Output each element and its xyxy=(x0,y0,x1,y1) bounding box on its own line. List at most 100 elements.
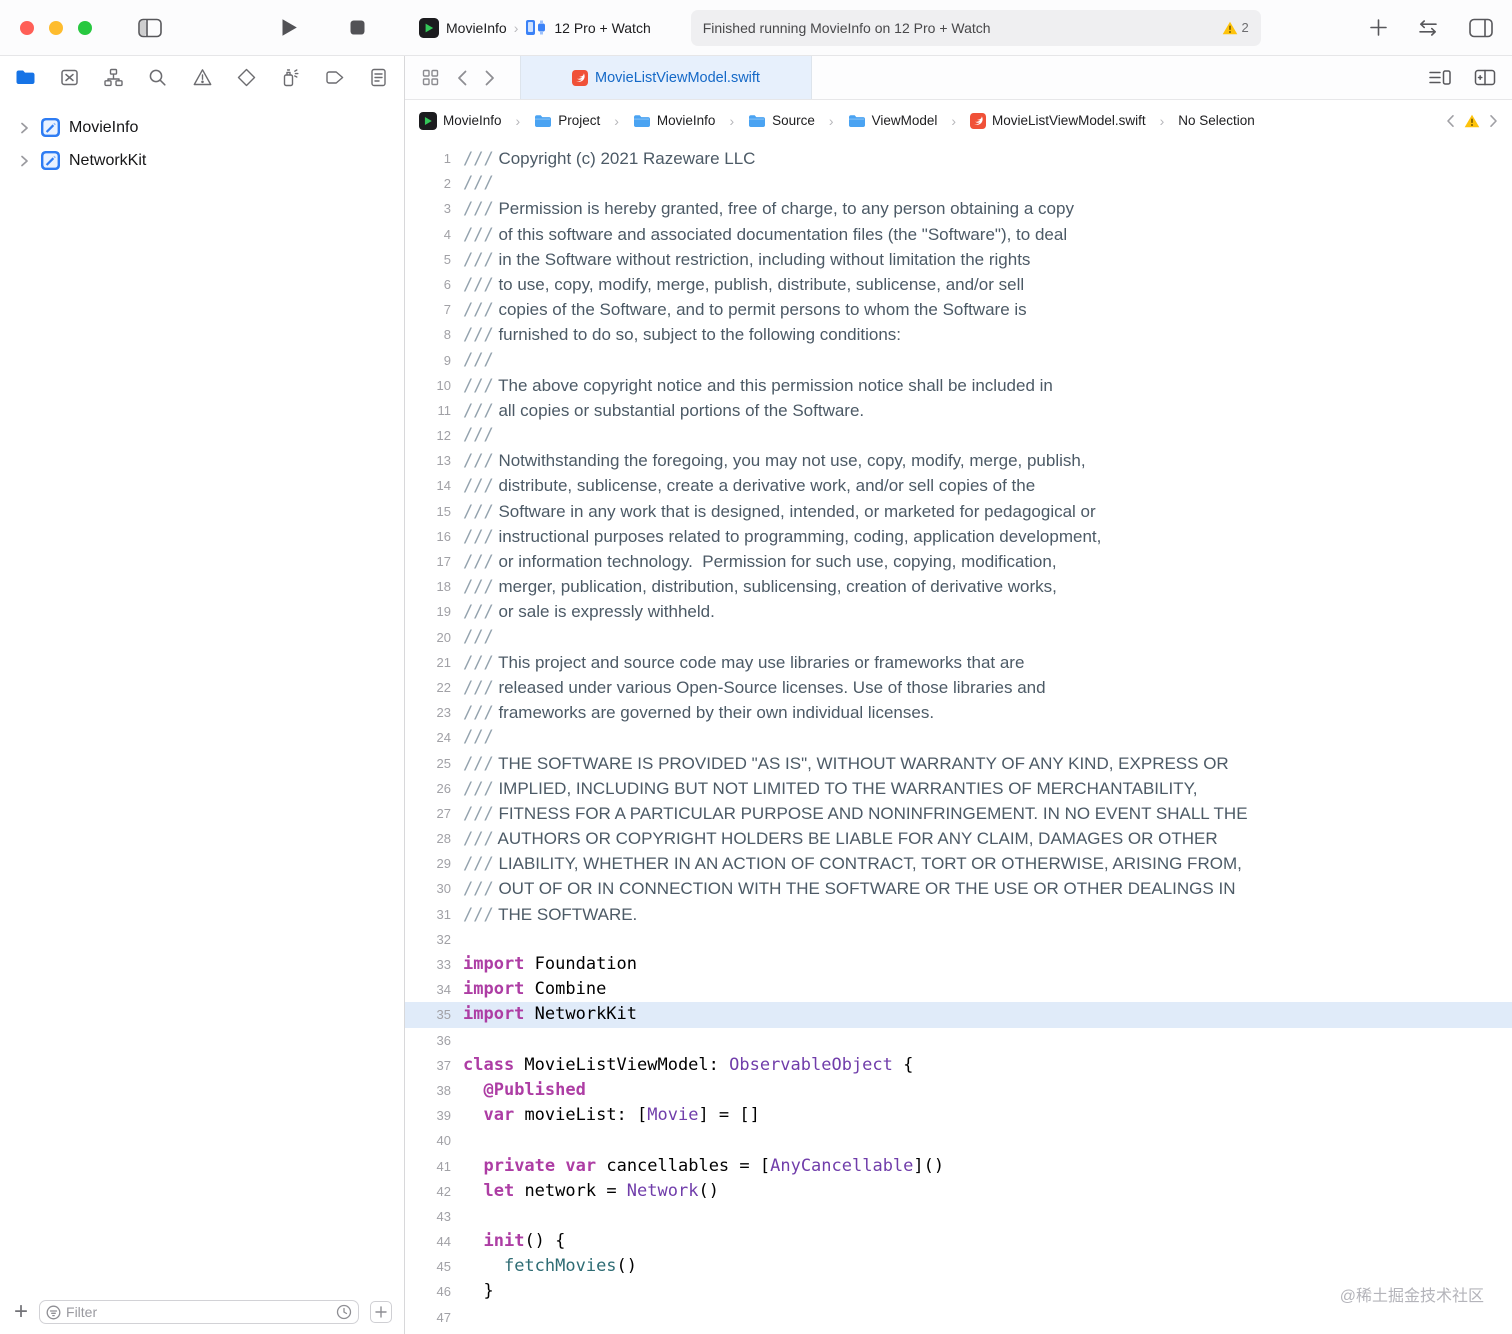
test-navigator-tab[interactable] xyxy=(236,67,257,88)
editor-options-button[interactable] xyxy=(1428,69,1452,86)
add-editor-button[interactable] xyxy=(1474,69,1496,86)
line-number[interactable]: 10 xyxy=(405,373,463,398)
breadcrumb-item[interactable]: No Selection xyxy=(1178,113,1255,128)
line-number[interactable]: 9 xyxy=(405,348,463,373)
line-number[interactable]: 48 xyxy=(405,1330,463,1334)
code-line[interactable]: 23/// frameworks are governed by their o… xyxy=(405,700,1512,725)
line-number[interactable]: 47 xyxy=(405,1305,463,1330)
code-line[interactable]: 20/// xyxy=(405,625,1512,650)
breadcrumb-item[interactable]: MovieListViewModel.swift xyxy=(970,112,1146,129)
line-number[interactable]: 3 xyxy=(405,196,463,221)
code-line[interactable]: 33 import Foundation xyxy=(405,952,1512,977)
report-navigator-tab[interactable] xyxy=(368,67,389,88)
code-line[interactable]: 16/// instructional purposes related to … xyxy=(405,524,1512,549)
code-line[interactable]: 27/// FITNESS FOR A PARTICULAR PURPOSE A… xyxy=(405,801,1512,826)
code-line[interactable]: 37 class MovieListViewModel: ObservableOb… xyxy=(405,1053,1512,1078)
library-button[interactable] xyxy=(1370,19,1387,36)
close-button[interactable] xyxy=(20,20,34,35)
line-number[interactable]: 13 xyxy=(405,448,463,473)
code-line[interactable]: 30/// OUT OF OR IN CONNECTION WITH THE S… xyxy=(405,876,1512,901)
code-line[interactable]: 3/// Permission is hereby granted, free … xyxy=(405,196,1512,221)
code-line[interactable]: 44 init() { xyxy=(405,1229,1512,1254)
line-number[interactable]: 39 xyxy=(405,1103,463,1128)
line-number[interactable]: 23 xyxy=(405,700,463,725)
symbol-navigator-tab[interactable] xyxy=(103,67,124,88)
code-line[interactable]: 7/// copies of the Software, and to perm… xyxy=(405,297,1512,322)
forward-button[interactable] xyxy=(484,69,496,87)
line-number[interactable]: 18 xyxy=(405,574,463,599)
line-number[interactable]: 14 xyxy=(405,473,463,498)
line-number[interactable]: 7 xyxy=(405,297,463,322)
line-number[interactable]: 16 xyxy=(405,524,463,549)
line-number[interactable]: 28 xyxy=(405,826,463,851)
warning-count-badge[interactable]: 2 xyxy=(1222,20,1249,35)
previous-issue-button[interactable] xyxy=(1446,114,1455,128)
code-line[interactable]: 25/// THE SOFTWARE IS PROVIDED "AS IS", … xyxy=(405,751,1512,776)
code-line[interactable]: 12/// xyxy=(405,423,1512,448)
line-number[interactable]: 40 xyxy=(405,1128,463,1153)
breakpoint-navigator-tab[interactable] xyxy=(324,67,345,88)
line-number[interactable]: 35 xyxy=(405,1002,463,1027)
flagged-filter-button[interactable] xyxy=(370,1301,392,1323)
code-line[interactable]: 18/// merger, publication, distribution,… xyxy=(405,574,1512,599)
code-line[interactable]: 26/// IMPLIED, INCLUDING BUT NOT LIMITED… xyxy=(405,776,1512,801)
code-line[interactable]: 4/// of this software and associated doc… xyxy=(405,222,1512,247)
line-number[interactable]: 4 xyxy=(405,222,463,247)
code-line[interactable]: 22/// released under various Open-Source… xyxy=(405,675,1512,700)
code-line[interactable]: 17/// or information technology. Permiss… xyxy=(405,549,1512,574)
toggle-navigator-button[interactable] xyxy=(138,18,163,38)
code-line[interactable]: 32 xyxy=(405,927,1512,952)
filter-field[interactable] xyxy=(39,1300,359,1324)
line-number[interactable]: 6 xyxy=(405,272,463,297)
code-line[interactable]: 47 xyxy=(405,1305,1512,1330)
editor-tab-movielistviewmodel[interactable]: MovieListViewModel.swift xyxy=(520,56,812,99)
code-line[interactable]: 43 xyxy=(405,1204,1512,1229)
navigator-item-networkkit[interactable]: NetworkKit xyxy=(0,144,404,177)
code-line[interactable]: 13/// Notwithstanding the foregoing, you… xyxy=(405,448,1512,473)
line-number[interactable]: 15 xyxy=(405,499,463,524)
code-line[interactable]: 48 func fetchMovies() { xyxy=(405,1330,1512,1334)
related-items-button[interactable] xyxy=(421,68,440,87)
zoom-button[interactable] xyxy=(78,20,92,35)
filter-input[interactable] xyxy=(66,1304,331,1320)
line-number[interactable]: 5 xyxy=(405,247,463,272)
breadcrumb-item[interactable]: ViewModel xyxy=(848,113,937,128)
code-line[interactable]: 11/// all copies or substantial portions… xyxy=(405,398,1512,423)
next-issue-button[interactable] xyxy=(1489,114,1498,128)
code-line[interactable]: 1/// Copyright (c) 2021 Razeware LLC xyxy=(405,146,1512,171)
line-number[interactable]: 43 xyxy=(405,1204,463,1229)
line-number[interactable]: 36 xyxy=(405,1028,463,1053)
line-number[interactable]: 2 xyxy=(405,171,463,196)
line-number[interactable]: 12 xyxy=(405,423,463,448)
warning-icon[interactable] xyxy=(1464,114,1480,128)
line-number[interactable]: 42 xyxy=(405,1179,463,1204)
code-line[interactable]: 40 xyxy=(405,1128,1512,1153)
navigator-item-movieinfo[interactable]: MovieInfo xyxy=(0,111,404,144)
issue-navigator-tab[interactable] xyxy=(192,67,213,88)
find-navigator-tab[interactable] xyxy=(147,67,168,88)
disclosure-chevron-icon[interactable] xyxy=(20,155,32,167)
code-line[interactable]: 28/// AUTHORS OR COPYRIGHT HOLDERS BE LI… xyxy=(405,826,1512,851)
activity-view[interactable]: Finished running MovieInfo on 12 Pro + W… xyxy=(690,9,1261,46)
scheme-selector[interactable]: MovieInfo › 12 Pro + Watch xyxy=(419,17,651,38)
line-number[interactable]: 33 xyxy=(405,952,463,977)
line-number[interactable]: 38 xyxy=(405,1078,463,1103)
code-line[interactable]: 35 import NetworkKit xyxy=(405,1002,1512,1028)
recent-clock-icon[interactable] xyxy=(336,1304,352,1320)
line-number[interactable]: 20 xyxy=(405,625,463,650)
debug-navigator-tab[interactable] xyxy=(280,67,301,88)
line-number[interactable]: 25 xyxy=(405,751,463,776)
code-line[interactable]: 42 let network = Network() xyxy=(405,1179,1512,1204)
code-line[interactable]: 14/// distribute, sublicense, create a d… xyxy=(405,473,1512,498)
line-number[interactable]: 30 xyxy=(405,876,463,901)
line-number[interactable]: 22 xyxy=(405,675,463,700)
code-line[interactable]: 45 fetchMovies() xyxy=(405,1254,1512,1279)
project-navigator-tab[interactable] xyxy=(15,67,36,88)
code-line[interactable]: 2/// xyxy=(405,171,1512,196)
code-line[interactable]: 29/// LIABILITY, WHETHER IN AN ACTION OF… xyxy=(405,851,1512,876)
line-number[interactable]: 27 xyxy=(405,801,463,826)
line-number[interactable]: 45 xyxy=(405,1254,463,1279)
code-line[interactable]: 39 var movieList: [Movie] = [] xyxy=(405,1103,1512,1128)
code-line[interactable]: 21/// This project and source code may u… xyxy=(405,650,1512,675)
line-number[interactable]: 17 xyxy=(405,549,463,574)
